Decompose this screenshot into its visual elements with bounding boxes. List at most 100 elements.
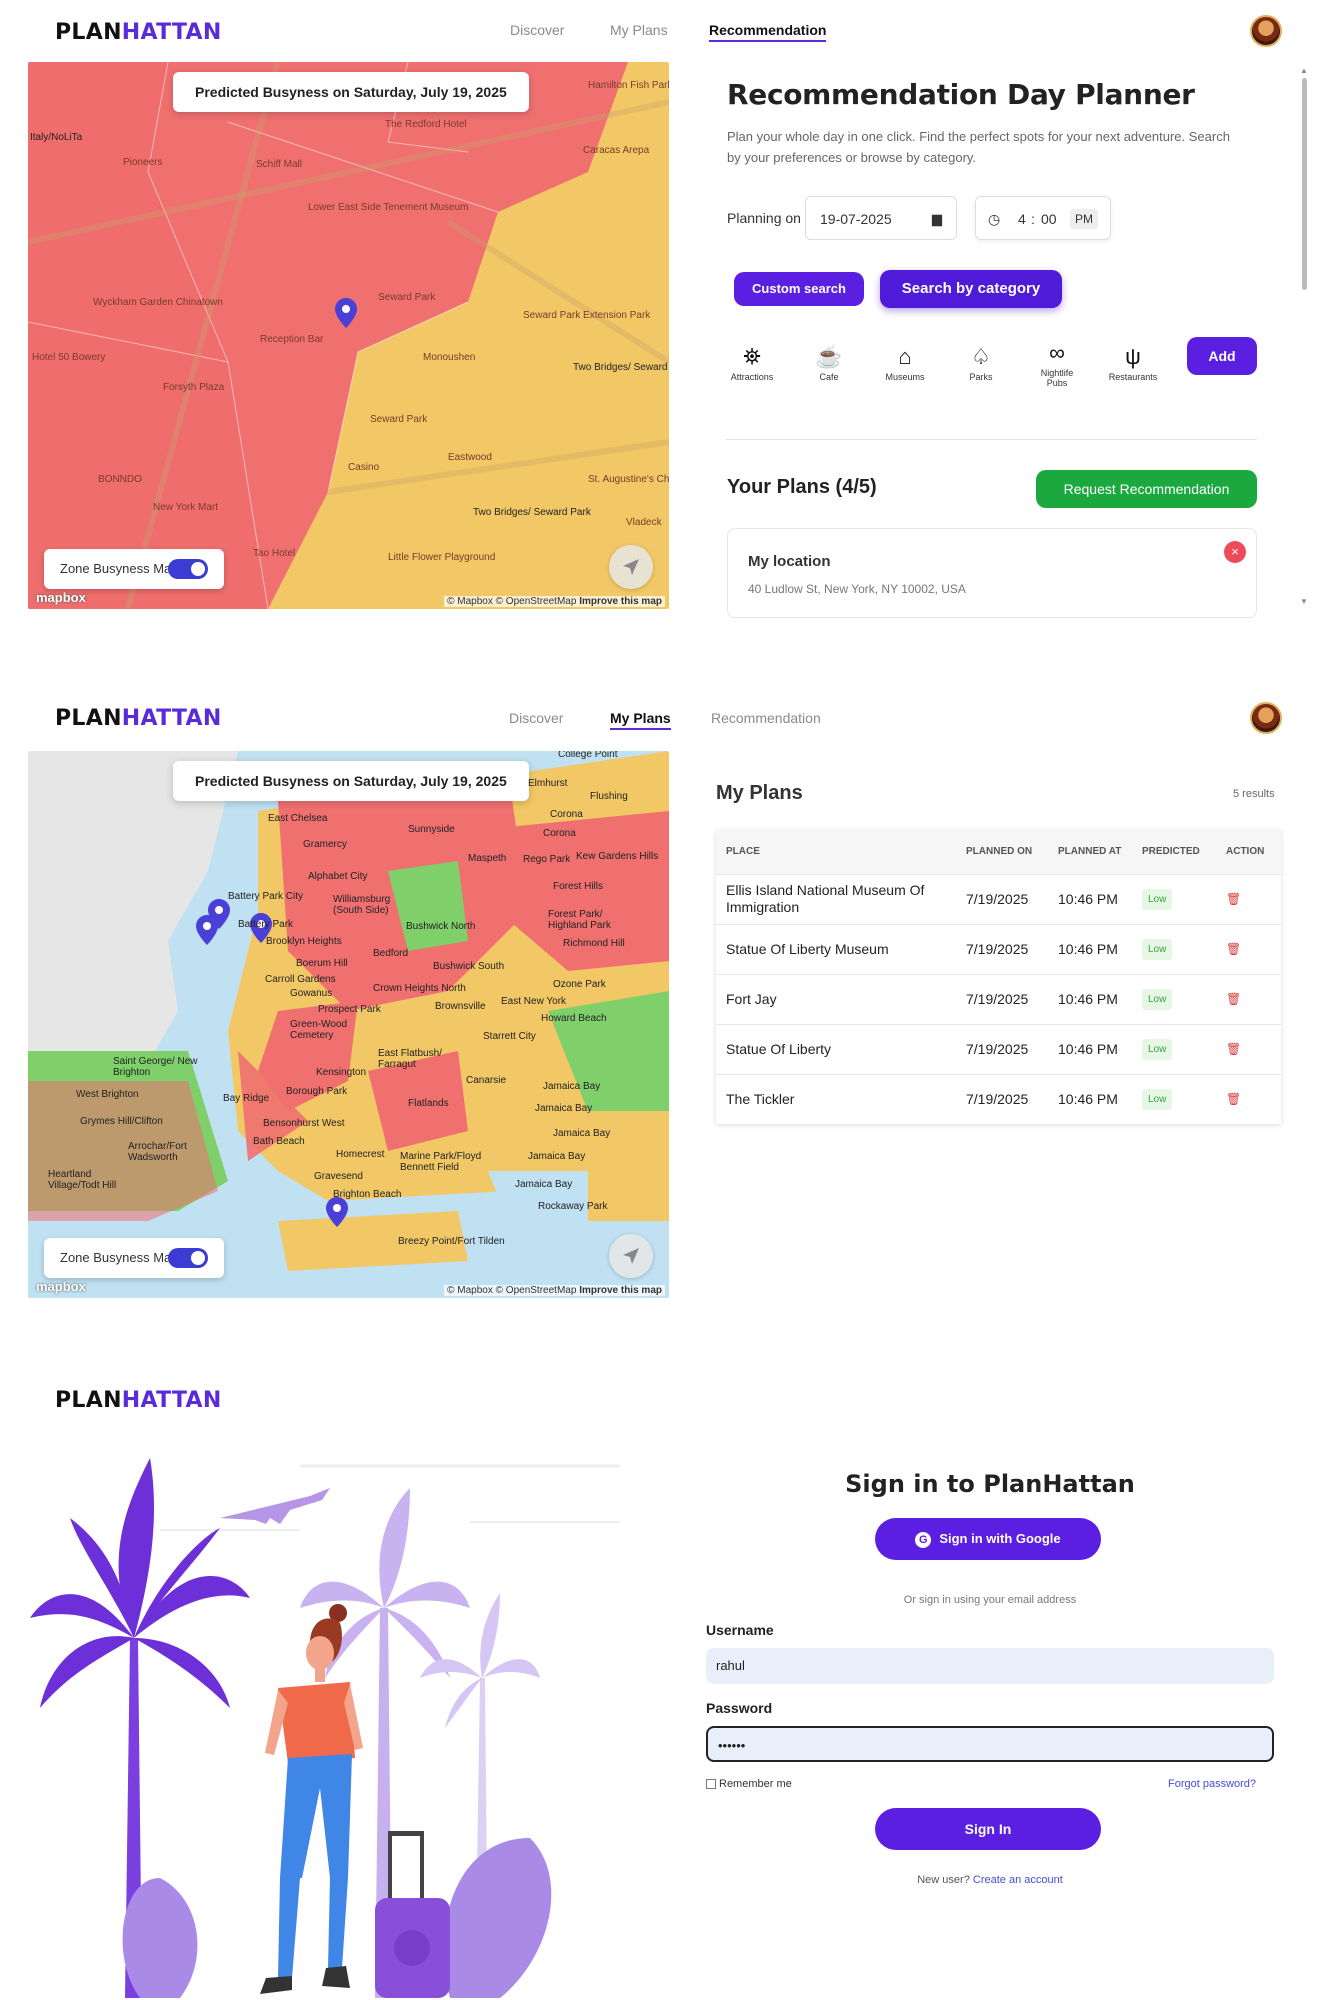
category-parks[interactable]: ♤ Parks: [951, 342, 1011, 382]
request-recommendation-button[interactable]: Request Recommendation: [1036, 470, 1257, 508]
column-header[interactable]: PLANNED AT: [1048, 830, 1132, 874]
trash-icon[interactable]: 🗑: [1226, 992, 1241, 1006]
brand-logo[interactable]: PLANHATTAN: [55, 706, 222, 731]
map-label: Canarsie: [466, 1075, 507, 1086]
table-row[interactable]: The Tickler 7/19/2025 10:46 PM Low 🗑: [716, 1073, 1281, 1124]
table-row[interactable]: Ellis Island National Museum Of Immigrat…: [716, 873, 1281, 924]
brand-logo[interactable]: PLANHATTAN: [55, 1388, 222, 1413]
map-label: Gramercy: [303, 839, 347, 850]
nav-recommendation[interactable]: Recommendation: [711, 710, 821, 726]
table-row[interactable]: Statue Of Liberty Museum 7/19/2025 10:46…: [716, 923, 1281, 974]
map-label: Schiff Mall: [256, 159, 302, 170]
map-label: Pioneers: [123, 157, 163, 168]
custom-search-button[interactable]: Custom search: [734, 272, 864, 306]
map-label: Richmond Hill: [563, 938, 625, 949]
planner-screen: PLANHATTAN Discover My Plans Recommendat…: [0, 0, 1333, 640]
mapbox-logo[interactable]: mapbox: [36, 1279, 86, 1294]
category-nightlife[interactable]: ∞ Nightlife Pubs: [1027, 338, 1087, 388]
map-label: Caracas Arepa: [583, 145, 650, 156]
username-field[interactable]: rahul: [706, 1648, 1274, 1684]
category-cafe[interactable]: ☕ Cafe: [799, 342, 859, 382]
trash-icon[interactable]: 🗑: [1226, 942, 1241, 956]
busyness-map[interactable]: Predicted Busyness on Saturday, July 19,…: [28, 751, 669, 1298]
map-label: East New York: [501, 996, 567, 1007]
page-title: My Plans: [716, 782, 803, 804]
map-label: Seward Park: [370, 414, 428, 425]
category-attractions[interactable]: ⛯ Attractions: [722, 342, 782, 382]
table-row[interactable]: Statue Of Liberty 7/19/2025 10:46 PM Low…: [716, 1023, 1281, 1074]
navigation-arrow-icon: [623, 559, 639, 575]
avatar[interactable]: [1250, 15, 1282, 47]
password-field[interactable]: ••••••: [706, 1726, 1274, 1762]
nav-my-plans[interactable]: My Plans: [610, 710, 671, 730]
category-museums[interactable]: ⌂ Museums: [875, 342, 935, 382]
map-label: Boerum Hill: [296, 958, 348, 969]
google-signin-button[interactable]: G Sign in with Google: [875, 1518, 1101, 1560]
location-pin-icon[interactable]: [326, 1197, 348, 1227]
location-pin-icon[interactable]: [196, 915, 218, 945]
map-attribution[interactable]: © Mapbox © OpenStreetMap Improve this ma…: [444, 596, 665, 607]
toggle-switch[interactable]: [168, 559, 208, 579]
map-label: Rego Park: [523, 854, 571, 865]
calendar-icon[interactable]: ▆: [932, 197, 942, 241]
toggle-switch[interactable]: [168, 1248, 208, 1268]
date-input[interactable]: 19-07-2025 ▆: [805, 196, 957, 240]
remove-icon[interactable]: ×: [1224, 541, 1246, 563]
trash-icon[interactable]: 🗑: [1226, 1042, 1241, 1056]
zone-busyness-toggle[interactable]: Zone Busyness Map: [44, 549, 224, 589]
navigation-arrow-icon: [623, 1248, 639, 1264]
map-label: Bay Ridge: [223, 1093, 270, 1104]
geolocate-button[interactable]: [609, 545, 653, 589]
avatar[interactable]: [1250, 702, 1282, 734]
trash-icon[interactable]: 🗑: [1226, 1092, 1241, 1106]
map-label: Flatlands: [408, 1098, 449, 1109]
map-label: Carroll Gardens: [265, 974, 336, 985]
signin-button[interactable]: Sign In: [875, 1808, 1101, 1850]
nav-discover[interactable]: Discover: [509, 710, 563, 726]
map-label: Tao Hotel: [253, 548, 296, 559]
nav-my-plans[interactable]: My Plans: [610, 22, 668, 38]
column-header[interactable]: PLACE: [716, 830, 956, 874]
search-by-category-button[interactable]: Search by category: [880, 270, 1062, 308]
nav-discover[interactable]: Discover: [510, 22, 564, 38]
map-label: Forest Park/ Highland Park: [548, 909, 611, 931]
busyness-date-label: Predicted Busyness on Saturday, July 19,…: [173, 72, 529, 112]
remember-me[interactable]: Remember me: [706, 1778, 792, 1790]
category-restaurants[interactable]: ψ Restaurants: [1103, 342, 1163, 382]
map-label: Heartland Village/Todt Hill: [48, 1169, 117, 1191]
column-header[interactable]: PLANNED ON: [956, 830, 1048, 874]
map-label: Saint George/ New Brighton: [113, 1056, 198, 1078]
map-label: Forsyth Plaza: [163, 382, 225, 393]
map-label: Howard Beach: [541, 1013, 607, 1024]
location-card[interactable]: My location 40 Ludlow St, New York, NY 1…: [727, 528, 1257, 618]
map-zones: [28, 62, 669, 609]
planned-on-cell: 7/19/2025: [956, 873, 1048, 924]
column-header: ACTION: [1216, 830, 1281, 874]
add-button[interactable]: Add: [1187, 337, 1257, 375]
google-icon: G: [915, 1532, 932, 1548]
geolocate-button[interactable]: [609, 1234, 653, 1278]
clock-icon: ◷: [988, 211, 1001, 227]
trash-icon[interactable]: 🗑: [1226, 892, 1241, 906]
map-label: Borough Park: [286, 1086, 348, 1097]
location-pin-icon[interactable]: [335, 298, 357, 328]
status-badge: Low: [1142, 988, 1173, 1010]
map-label: Flushing: [590, 791, 628, 802]
planned-at-cell: 10:46 PM: [1048, 1073, 1132, 1124]
brand-logo[interactable]: PLANHATTAN: [55, 20, 222, 45]
forgot-password-link[interactable]: Forgot password?: [1168, 1778, 1256, 1790]
create-account-link[interactable]: Create an account: [973, 1874, 1063, 1886]
nav-recommendation[interactable]: Recommendation: [709, 22, 827, 42]
time-input[interactable]: ◷ 4 : 00 PM: [975, 196, 1111, 240]
column-header[interactable]: PREDICTED: [1132, 830, 1216, 874]
mapbox-logo[interactable]: mapbox: [36, 590, 86, 605]
map-label: The Redford Hotel: [385, 119, 467, 130]
zone-busyness-toggle[interactable]: Zone Busyness Map: [44, 1238, 224, 1278]
busyness-map[interactable]: Predicted Busyness on Saturday, July 19,…: [28, 62, 669, 609]
checkbox[interactable]: [706, 1779, 716, 1790]
map-attribution[interactable]: © Mapbox © OpenStreetMap Improve this ma…: [444, 1285, 665, 1296]
table-row[interactable]: Fort Jay 7/19/2025 10:46 PM Low 🗑: [716, 973, 1281, 1024]
scrollbar[interactable]: ▲ ▼: [1299, 66, 1309, 606]
map-label: Green-Wood Cemetery: [290, 1019, 348, 1041]
map-label: Jamaica Bay: [553, 1128, 611, 1139]
